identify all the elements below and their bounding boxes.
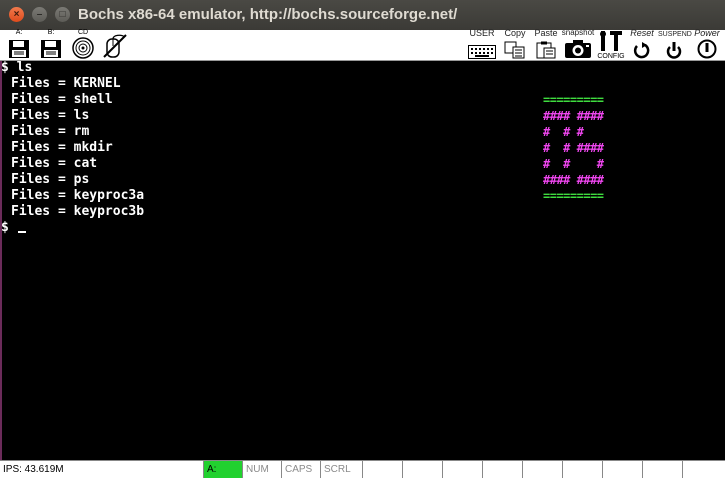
output-line: Files = keyproc3a bbox=[11, 188, 145, 203]
snapshot-label: snapshot bbox=[561, 28, 595, 37]
status-slot bbox=[603, 461, 643, 478]
tools-icon bbox=[600, 31, 622, 51]
reset-icon bbox=[633, 42, 650, 59]
output-line: Files = ps bbox=[11, 172, 90, 187]
cdrom-icon bbox=[72, 37, 94, 59]
config-label: CONFIG bbox=[597, 53, 625, 60]
close-button[interactable]: × bbox=[9, 7, 24, 22]
toolbar: A: B: CD USER Copy Paste snapshot CONFIG… bbox=[0, 28, 725, 61]
status-slot bbox=[363, 461, 403, 478]
mouse-capture-button[interactable] bbox=[100, 30, 130, 60]
paste-icon bbox=[536, 41, 556, 59]
status-slot bbox=[523, 461, 563, 478]
snapshot-button[interactable]: snapshot bbox=[561, 28, 595, 60]
minimize-button[interactable]: – bbox=[32, 7, 47, 22]
status-slot bbox=[683, 461, 725, 478]
window-edge bbox=[0, 61, 2, 460]
reset-label: Reset bbox=[630, 28, 654, 38]
cdrom-button[interactable]: CD bbox=[70, 29, 96, 60]
suspend-button[interactable]: SUSPEND bbox=[658, 30, 692, 60]
copy-icon bbox=[504, 41, 525, 59]
status-slot bbox=[643, 461, 683, 478]
camera-icon bbox=[565, 40, 591, 58]
keyboard-icon bbox=[468, 45, 496, 59]
ascii-art-line: ========= bbox=[543, 189, 604, 203]
output-line: Files = ls bbox=[11, 108, 90, 123]
copy-button[interactable]: Copy bbox=[502, 28, 528, 60]
user-button[interactable]: USER bbox=[466, 28, 498, 60]
output-line: Files = KERNEL bbox=[11, 76, 121, 91]
ascii-art-line: #### #### bbox=[543, 173, 604, 187]
drive-a-indicator: A: bbox=[204, 461, 243, 478]
prompt-text: $ bbox=[1, 220, 17, 235]
copy-label: Copy bbox=[504, 28, 526, 38]
scroll-lock-indicator: SCRL bbox=[321, 461, 363, 478]
floppy-icon bbox=[9, 40, 29, 58]
floppy-a-label: A: bbox=[15, 29, 23, 36]
power-label: Power bbox=[694, 28, 720, 38]
ascii-art-line: # # # bbox=[543, 125, 584, 139]
mouse-icon bbox=[103, 34, 127, 58]
num-lock-indicator: NUM bbox=[243, 461, 282, 478]
suspend-icon bbox=[666, 42, 682, 59]
config-button[interactable]: CONFIG bbox=[596, 30, 626, 60]
output-line: Files = mkdir bbox=[11, 140, 113, 155]
output-line: Files = cat bbox=[11, 156, 98, 171]
maximize-button[interactable]: □ bbox=[55, 7, 70, 22]
status-slot bbox=[403, 461, 443, 478]
output-line: Files = shell bbox=[11, 92, 113, 107]
reset-button[interactable]: Reset bbox=[627, 28, 657, 60]
bochs-window: × – □ Bochs x86-64 emulator, http://boch… bbox=[0, 0, 725, 478]
floppy-b-label: B: bbox=[47, 29, 55, 36]
output-line: Files = rm bbox=[11, 124, 90, 139]
status-slot bbox=[443, 461, 483, 478]
status-bar: IPS: 43.619M A: NUM CAPS SCRL bbox=[0, 460, 725, 478]
shell-prompt: $ bbox=[1, 220, 26, 236]
power-icon bbox=[697, 39, 717, 59]
suspend-label: SUSPEND bbox=[658, 31, 692, 38]
paste-label: Paste bbox=[534, 28, 558, 38]
caps-lock-indicator: CAPS bbox=[282, 461, 321, 478]
output-line: Files = keyproc3b bbox=[11, 204, 145, 219]
ascii-art-line: #### #### bbox=[543, 109, 604, 123]
text-cursor bbox=[17, 231, 26, 233]
command-line: $ ls bbox=[1, 60, 33, 75]
floppy-a-button[interactable]: A: bbox=[6, 29, 32, 60]
power-button[interactable]: Power bbox=[690, 28, 724, 60]
ascii-art-line: ========= bbox=[543, 93, 604, 107]
status-slot bbox=[563, 461, 603, 478]
ips-indicator: IPS: 43.619M bbox=[0, 461, 204, 478]
floppy-b-button[interactable]: B: bbox=[38, 29, 64, 60]
window-title: Bochs x86-64 emulator, http://bochs.sour… bbox=[78, 6, 458, 23]
ascii-art-line: # # # bbox=[543, 157, 604, 171]
emulator-screen[interactable]: $ ls Files = KERNEL Files = shell Files … bbox=[0, 60, 725, 460]
cdrom-label: CD bbox=[77, 29, 89, 36]
title-bar[interactable]: × – □ Bochs x86-64 emulator, http://boch… bbox=[0, 0, 725, 30]
status-slot bbox=[483, 461, 523, 478]
paste-button[interactable]: Paste bbox=[533, 28, 559, 60]
ascii-art-line: # # #### bbox=[543, 141, 604, 155]
user-label: USER bbox=[469, 28, 495, 38]
floppy-icon bbox=[41, 40, 61, 58]
